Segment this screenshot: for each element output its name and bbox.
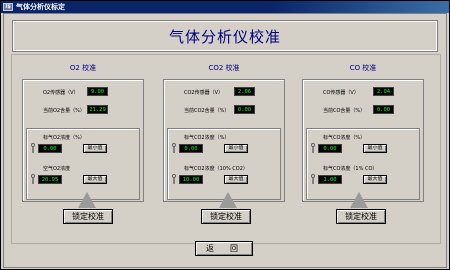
heading-frame: 气体分析仪校准 [12, 20, 438, 52]
co-std1-value[interactable]: 0.00 [318, 144, 342, 153]
co-min-button[interactable]: 最小值 [363, 144, 387, 153]
o2-std1-label: 标气O2浓度（%） [43, 135, 85, 141]
title-bar[interactable]: I$ 气体分析仪标定 [1, 1, 449, 13]
co-current-label: 当前CO含量（%） [323, 108, 366, 114]
co2-std2-label: 标气CO2浓度（10% CO2） [184, 166, 248, 172]
o2-std1-stepper[interactable] [30, 143, 36, 153]
co-lock-button[interactable]: 锁定校准 [336, 209, 386, 224]
co-std1-label: 标气CO浓度（%） [323, 135, 366, 141]
co2-std2-value[interactable]: 10.00 [179, 175, 203, 184]
o2-std2-value[interactable]: 20.95 [38, 175, 62, 184]
o2-current-label: 当前O2含量（%） [43, 108, 85, 114]
o2-lock-button[interactable]: 锁定校准 [63, 209, 113, 224]
o2-std1-value[interactable]: 0.00 [38, 144, 62, 153]
co-arrow-icon [350, 192, 368, 208]
o2-min-button[interactable]: 最小值 [83, 144, 107, 153]
co-std2-value[interactable]: 1.00 [318, 175, 342, 184]
co2-title: CO2 校准 [208, 64, 240, 72]
co-current-value: 0.00 [373, 105, 394, 114]
main-panel: 气体分析仪校准 O2 校准 O2传感器（V） 9.00 当前O2含量（%） 21… [3, 13, 447, 268]
co2-std1-label: 标气CO2浓度（%） [184, 135, 230, 141]
o2-std2-stepper[interactable] [30, 174, 36, 184]
app-window: I$ 气体分析仪标定 气体分析仪校准 O2 校准 O2传感器（V） 9.00 当… [0, 0, 450, 270]
co-std2-label: 标气CO浓度（1% CO） [323, 166, 378, 172]
co2-lock-button[interactable]: 锁定校准 [201, 209, 251, 224]
co-panel: CO传感器（V） 2.04 当前CO含量（%） 0.00 标气CO浓度（%） 0… [302, 79, 424, 202]
page-title: 气体分析仪校准 [168, 28, 281, 46]
co-sensor-value: 2.04 [373, 87, 394, 96]
co2-sensor-label: CO2传感器（V） [184, 90, 224, 96]
co-sensor-label: CO传感器（V） [323, 90, 359, 96]
co2-std2-stepper[interactable] [171, 174, 177, 184]
co-std1-stepper[interactable] [310, 143, 316, 153]
window-title: 气体分析仪标定 [16, 3, 65, 11]
co-max-button[interactable]: 最大值 [363, 175, 387, 184]
co2-max-button[interactable]: 最大值 [224, 175, 248, 184]
o2-standard-panel: 标气O2浓度（%） 0.00 最小值 空气O2浓度 20.95 最大值 [26, 128, 140, 200]
o2-max-button[interactable]: 最大值 [83, 175, 107, 184]
co2-panel: CO2传感器（V） 2.06 当前CO2含量（%） 0.00 标气CO2浓度（%… [163, 79, 285, 202]
o2-sensor-label: O2传感器（V） [43, 90, 79, 96]
o2-current-value: 21.29 [87, 105, 108, 114]
co2-std1-value[interactable]: 0.00 [179, 144, 203, 153]
co2-current-label: 当前CO2含量（%） [184, 108, 230, 114]
o2-arrow-icon [78, 192, 96, 208]
o2-sensor-value: 9.00 [87, 87, 108, 96]
co2-min-button[interactable]: 最小值 [224, 144, 248, 153]
co2-current-value: 0.00 [234, 105, 255, 114]
co2-arrow-icon [219, 192, 237, 208]
o2-title: O2 校准 [69, 64, 97, 72]
co-title: CO 校准 [349, 64, 377, 72]
co2-std1-stepper[interactable] [171, 143, 177, 153]
app-icon[interactable]: I$ [3, 3, 13, 11]
co2-standard-panel: 标气CO2浓度（%） 0.00 最小值 标气CO2浓度（10% CO2） 10.… [167, 128, 281, 200]
o2-panel: O2传感器（V） 9.00 当前O2含量（%） 21.29 标气O2浓度（%） … [22, 79, 144, 202]
co-std2-stepper[interactable] [310, 174, 316, 184]
back-button[interactable]: 返 回 [195, 241, 253, 256]
co-standard-panel: 标气CO浓度（%） 0.00 最小值 标气CO浓度（1% CO） 1.00 最大… [306, 128, 420, 200]
o2-std2-label: 空气O2浓度 [43, 166, 71, 172]
co2-sensor-value: 2.06 [234, 87, 255, 96]
